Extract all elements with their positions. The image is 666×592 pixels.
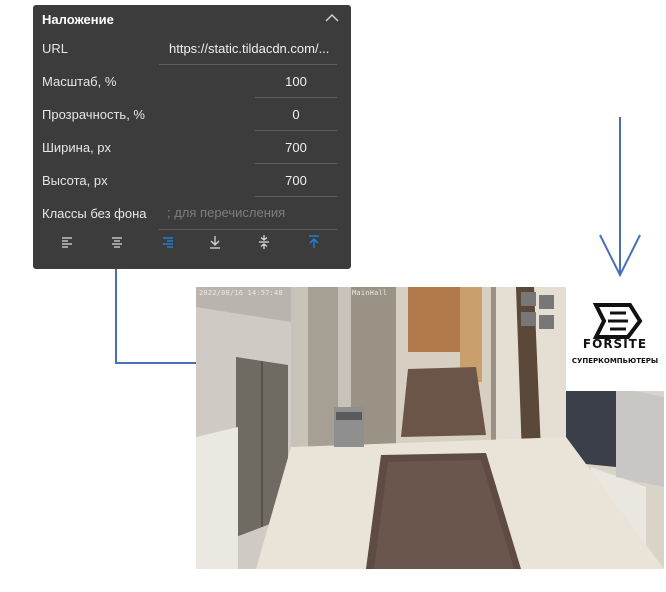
chevron-up-icon[interactable]	[323, 10, 341, 26]
arrow-down-icon	[598, 115, 642, 279]
alignment-toolbar	[49, 233, 339, 253]
opacity-label: Прозрачность, %	[42, 107, 145, 122]
align-middle-icon[interactable]	[255, 233, 273, 251]
connector-line	[115, 362, 197, 364]
width-label: Ширина, px	[42, 140, 112, 155]
height-label: Высота, px	[42, 173, 108, 188]
align-bottom-icon[interactable]	[206, 233, 224, 251]
height-field[interactable]: 700	[256, 173, 336, 188]
opacity-field[interactable]: 0	[256, 107, 336, 122]
align-top-icon[interactable]	[305, 233, 323, 251]
width-field[interactable]: 700	[256, 140, 336, 155]
height-row: Высота, px 700	[33, 164, 351, 197]
camera-channel: MainHall	[352, 289, 388, 297]
url-field[interactable]: https://static.tildacdn.com/...	[169, 41, 339, 56]
logo-subtitle: СУПЕРКОМПЬЮТЕРЫ	[571, 357, 659, 365]
logo-brand: FORSITE	[582, 337, 648, 351]
scale-row: Масштаб, % 100	[33, 65, 351, 98]
width-row: Ширина, px 700	[33, 131, 351, 164]
align-left-icon[interactable]	[59, 233, 77, 251]
url-row: URL https://static.tildacdn.com/...	[33, 32, 351, 65]
panel-title: Наложение	[42, 12, 114, 27]
classes-label: Классы без фона	[42, 206, 147, 221]
url-label: URL	[42, 41, 69, 56]
classes-underline	[159, 229, 337, 230]
camera-timestamp: 2022/08/16 14:57:40	[199, 289, 283, 297]
connector-line	[115, 269, 117, 364]
overlay-settings-panel: Наложение URL https://static.tildacdn.co…	[33, 5, 351, 269]
align-center-icon[interactable]	[108, 233, 126, 251]
classes-row: Классы без фона	[33, 197, 351, 230]
align-right-icon[interactable]	[158, 233, 176, 251]
classes-input[interactable]	[167, 205, 337, 220]
opacity-row: Прозрачность, % 0	[33, 98, 351, 131]
forsite-logo: FORSITE СУПЕРКОМПЬЮТЕРЫ	[566, 287, 664, 391]
scale-label: Масштаб, %	[42, 74, 117, 89]
scale-field[interactable]: 100	[256, 74, 336, 89]
